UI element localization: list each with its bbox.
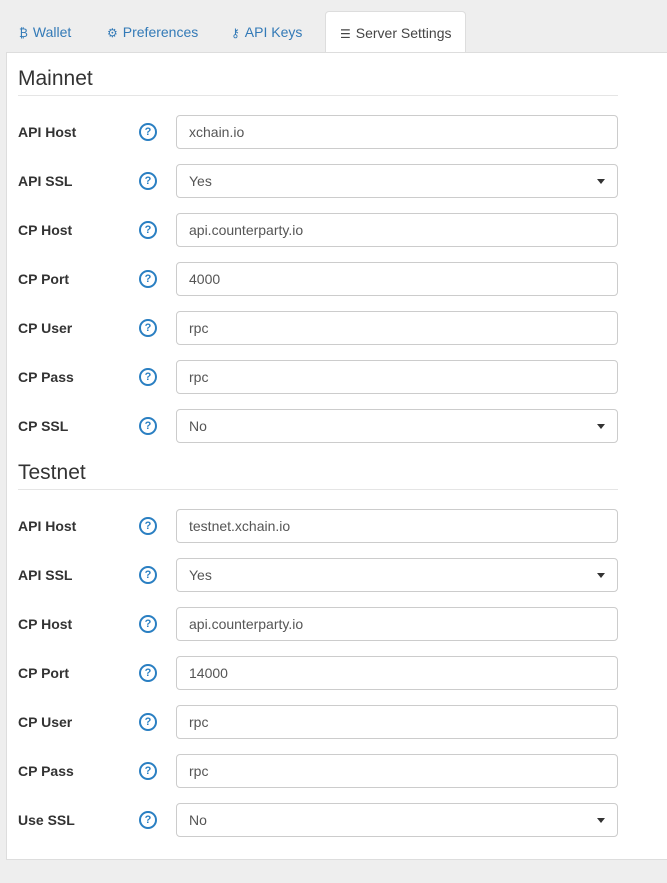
- tab-wallet[interactable]: ₿ Wallet: [19, 12, 71, 52]
- testnet-api-ssl-select[interactable]: Yes: [176, 558, 618, 592]
- help-icon[interactable]: ?: [139, 319, 157, 337]
- field-label: API SSL: [18, 567, 73, 583]
- testnet-cp-user-row: CP User ? rpc: [7, 705, 662, 739]
- help-icon[interactable]: ?: [139, 270, 157, 288]
- caret-down-icon: [597, 424, 605, 429]
- field-label: CP User: [18, 714, 73, 730]
- help-icon[interactable]: ?: [139, 762, 157, 780]
- tab-label: Preferences: [122, 24, 199, 40]
- mainnet-cp-ssl-row: CP SSL ? No: [7, 409, 662, 443]
- gear-icon: ⚙: [107, 26, 118, 40]
- mainnet-api-host-input[interactable]: xchain.io: [176, 115, 618, 149]
- help-icon[interactable]: ?: [139, 811, 157, 829]
- select-value: Yes: [189, 567, 212, 583]
- testnet-cp-host-input[interactable]: api.counterparty.io: [176, 607, 618, 641]
- mainnet-cp-host-input[interactable]: api.counterparty.io: [176, 213, 618, 247]
- help-icon[interactable]: ?: [139, 713, 157, 731]
- caret-down-icon: [597, 818, 605, 823]
- mainnet-api-host-row: API Host ? xchain.io: [7, 115, 662, 149]
- tab-label: Wallet: [32, 24, 72, 40]
- mainnet-cp-host-row: CP Host ? api.counterparty.io: [7, 213, 662, 247]
- help-icon[interactable]: ?: [139, 172, 157, 190]
- testnet-use-ssl-row: Use SSL ? No: [7, 803, 662, 837]
- help-icon[interactable]: ?: [139, 517, 157, 535]
- settings-panel: Mainnet API Host ? xchain.io API SSL ? Y…: [6, 52, 667, 860]
- field-label: CP Host: [18, 222, 73, 238]
- mainnet-cp-pass-input[interactable]: rpc: [176, 360, 618, 394]
- select-value: No: [189, 812, 207, 828]
- mainnet-cp-pass-row: CP Pass ? rpc: [7, 360, 662, 394]
- field-label: CP User: [18, 320, 73, 336]
- help-icon[interactable]: ?: [139, 123, 157, 141]
- mainnet-cp-user-input[interactable]: rpc: [176, 311, 618, 345]
- testnet-cp-pass-row: CP Pass ? rpc: [7, 754, 662, 788]
- testnet-use-ssl-select[interactable]: No: [176, 803, 618, 837]
- help-icon[interactable]: ?: [139, 664, 157, 682]
- field-label: CP Port: [18, 271, 70, 287]
- help-icon[interactable]: ?: [139, 615, 157, 633]
- mainnet-cp-port-row: CP Port ? 4000: [7, 262, 662, 296]
- field-label: API Host: [18, 518, 77, 534]
- tab-server-settings[interactable]: ☰ Server Settings: [325, 11, 467, 53]
- help-icon[interactable]: ?: [139, 368, 157, 386]
- testnet-cp-pass-input[interactable]: rpc: [176, 754, 618, 788]
- field-label: API SSL: [18, 173, 73, 189]
- field-label: API Host: [18, 124, 77, 140]
- field-label: CP SSL: [18, 418, 69, 434]
- testnet-section-title: Testnet: [18, 461, 618, 490]
- testnet-api-host-input[interactable]: testnet.xchain.io: [176, 509, 618, 543]
- field-label: CP Host: [18, 616, 73, 632]
- testnet-cp-port-row: CP Port ? 14000: [7, 656, 662, 690]
- key-icon: ⚷: [231, 26, 240, 40]
- testnet-cp-user-input[interactable]: rpc: [176, 705, 618, 739]
- help-icon[interactable]: ?: [139, 417, 157, 435]
- bitcoin-icon: ₿: [19, 26, 28, 40]
- help-icon[interactable]: ?: [139, 221, 157, 239]
- tab-bar: ₿ Wallet ⚙ Preferences ⚷ API Keys ☰ Server S…: [0, 0, 667, 53]
- field-label: CP Port: [18, 665, 70, 681]
- tab-preferences[interactable]: ⚙ Preferences: [107, 12, 198, 52]
- help-icon[interactable]: ?: [139, 566, 157, 584]
- testnet-api-ssl-row: API SSL ? Yes: [7, 558, 662, 592]
- server-icon: ☰: [340, 27, 351, 41]
- tab-api-keys[interactable]: ⚷ API Keys: [231, 12, 302, 52]
- mainnet-section-title: Mainnet: [18, 67, 618, 96]
- testnet-cp-host-row: CP Host ? api.counterparty.io: [7, 607, 662, 641]
- select-value: Yes: [189, 173, 212, 189]
- caret-down-icon: [597, 573, 605, 578]
- tab-label: Server Settings: [355, 25, 452, 41]
- mainnet-cp-user-row: CP User ? rpc: [7, 311, 662, 345]
- tab-label: API Keys: [244, 24, 303, 40]
- select-value: No: [189, 418, 207, 434]
- mainnet-cp-ssl-select[interactable]: No: [176, 409, 618, 443]
- testnet-api-host-row: API Host ? testnet.xchain.io: [7, 509, 662, 543]
- mainnet-cp-port-input[interactable]: 4000: [176, 262, 618, 296]
- field-label: Use SSL: [18, 812, 75, 828]
- field-label: CP Pass: [18, 369, 74, 385]
- field-label: CP Pass: [18, 763, 74, 779]
- testnet-cp-port-input[interactable]: 14000: [176, 656, 618, 690]
- caret-down-icon: [597, 179, 605, 184]
- mainnet-api-ssl-row: API SSL ? Yes: [7, 164, 662, 198]
- mainnet-api-ssl-select[interactable]: Yes: [176, 164, 618, 198]
